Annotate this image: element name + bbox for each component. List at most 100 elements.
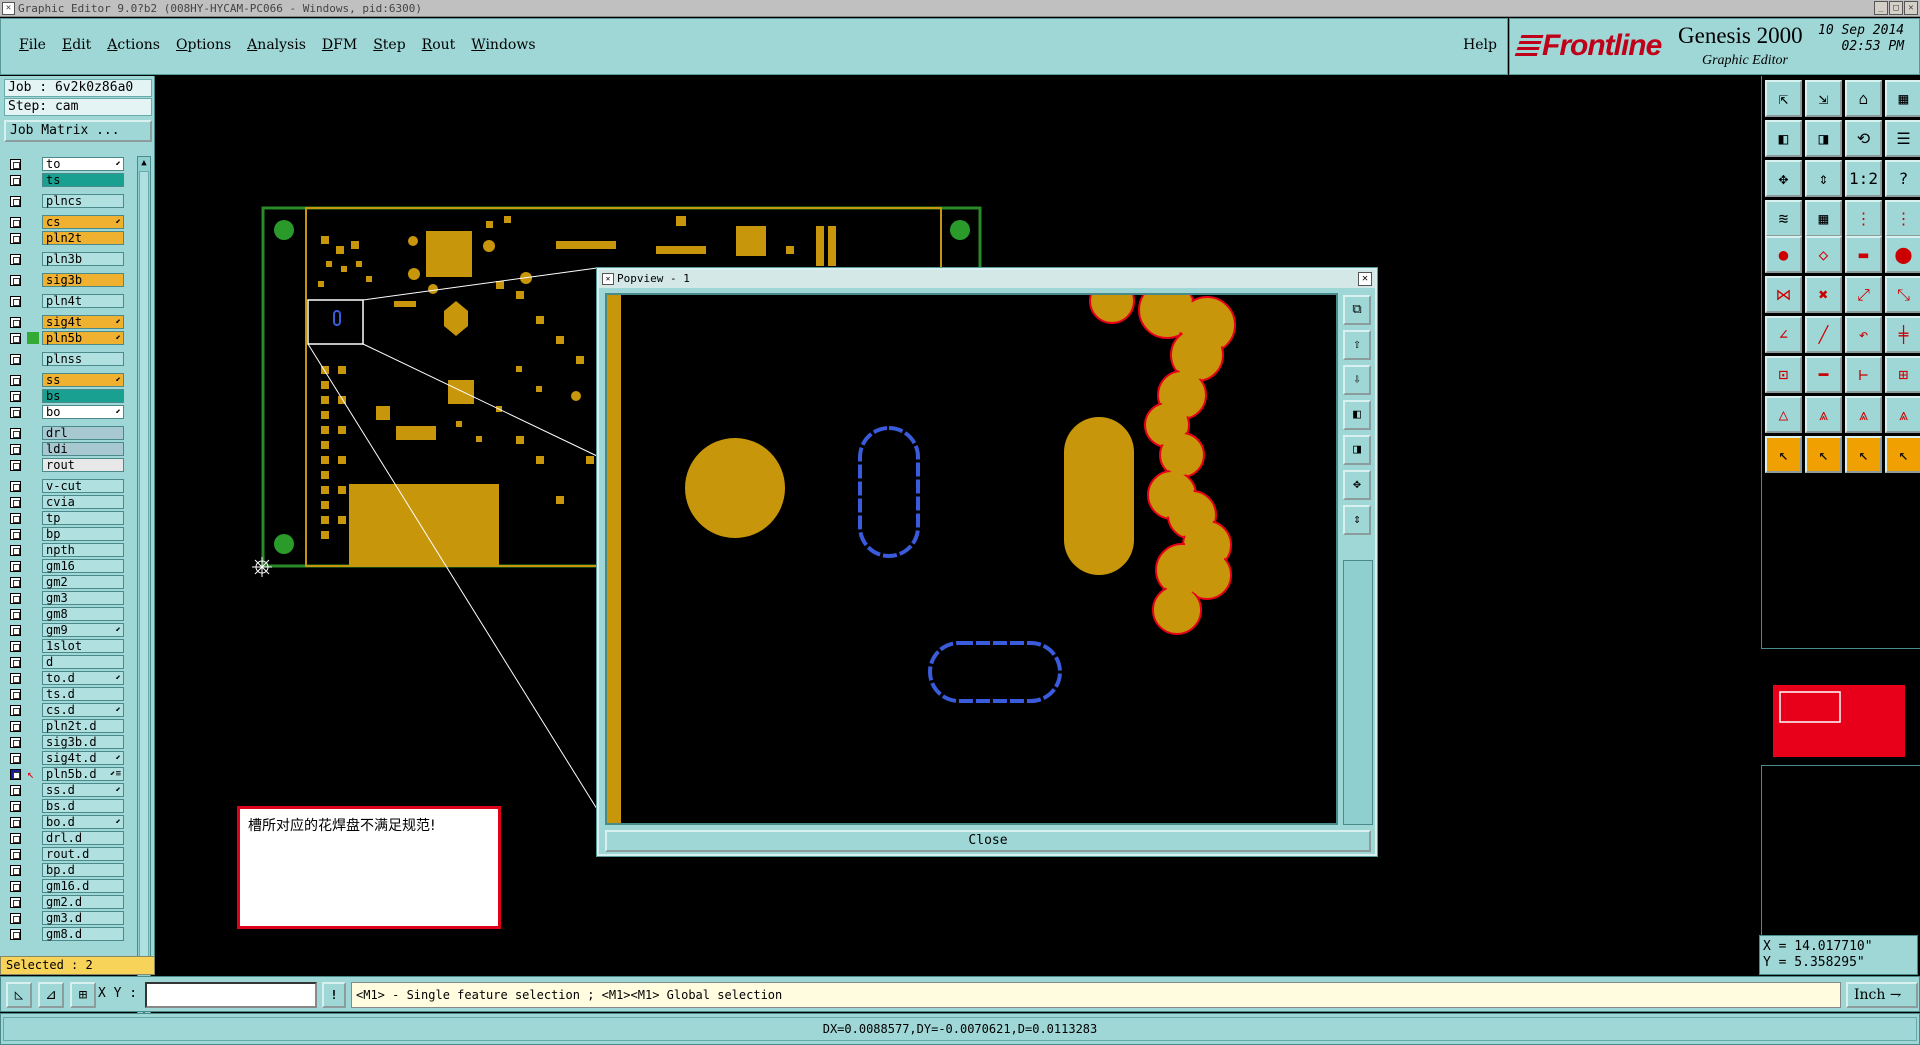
layer-checkbox[interactable] [10, 274, 21, 286]
layer-name[interactable]: pln5b ⬋ [42, 331, 124, 345]
layer-checkbox[interactable] [10, 195, 21, 207]
layer-checkbox[interactable] [10, 295, 21, 307]
tool-button-9-3[interactable]: ↖ [1885, 436, 1920, 473]
layer-name[interactable]: bo ⬋ [42, 405, 124, 419]
layer-name[interactable]: gm8.d [42, 927, 124, 941]
layer-name[interactable]: gm8 [42, 607, 124, 621]
layer-checkbox[interactable] [10, 784, 21, 796]
layer-checkbox[interactable] [10, 216, 21, 228]
layer-row[interactable]: bp [4, 526, 135, 542]
tool-button-8-2[interactable]: ⩓ [1845, 396, 1882, 433]
layer-swatch[interactable] [27, 512, 39, 524]
layer-swatch[interactable] [27, 406, 39, 418]
layer-checkbox[interactable] [10, 232, 21, 244]
xy-input[interactable] [145, 982, 317, 1008]
tool-button-6-2[interactable]: ↶ [1845, 316, 1882, 353]
tool-button-1-1[interactable]: ◨ [1805, 120, 1842, 157]
layer-checkbox[interactable] [10, 443, 21, 455]
tool-button-2-2[interactable]: 1:2 [1845, 160, 1882, 197]
maximize-icon[interactable]: □ [1889, 1, 1903, 15]
layer-name[interactable]: rout [42, 458, 124, 472]
layer-swatch[interactable] [27, 496, 39, 508]
close-icon[interactable]: ✕ [1904, 1, 1918, 15]
layer-swatch[interactable] [27, 704, 39, 716]
layer-row[interactable]: v-cut [4, 478, 135, 494]
layer-row[interactable]: bp.d [4, 862, 135, 878]
layer-name[interactable]: bo.d ⬋ [42, 815, 124, 829]
tool-button-7-1[interactable]: ━ [1805, 356, 1842, 393]
layer-checkbox[interactable] [10, 896, 21, 908]
tool-button-7-3[interactable]: ⊞ [1885, 356, 1920, 393]
layer-row[interactable]: gm8 [4, 606, 135, 622]
layer-row[interactable]: ↖ pln5b.d ⬋≡ [4, 766, 135, 782]
layer-checkbox[interactable] [10, 928, 21, 940]
tool-button-3-2[interactable]: ⋮ [1845, 200, 1882, 237]
layer-swatch[interactable] [27, 459, 39, 471]
popview-tool-4[interactable]: ◨ [1343, 435, 1371, 465]
popview-tool-5[interactable]: ✥ [1343, 470, 1371, 500]
tool-button-1-2[interactable]: ⟲ [1845, 120, 1882, 157]
app-icon[interactable]: ✕ [2, 2, 15, 15]
layer-row[interactable]: gm16 [4, 558, 135, 574]
layer-checkbox[interactable] [10, 624, 21, 636]
layer-name[interactable]: ldi [42, 442, 124, 456]
layer-row[interactable]: bs.d [4, 798, 135, 814]
layer-checkbox[interactable] [10, 704, 21, 716]
layer-checkbox[interactable] [10, 459, 21, 471]
layer-swatch[interactable] [27, 216, 39, 228]
tool-button-2-1[interactable]: ⇕ [1805, 160, 1842, 197]
layer-name[interactable]: gm3 [42, 591, 124, 605]
layer-checkbox[interactable] [10, 880, 21, 892]
layer-row[interactable]: d [4, 654, 135, 670]
minimap-drawing[interactable] [1761, 649, 1920, 767]
layer-swatch[interactable] [27, 295, 39, 307]
layer-swatch[interactable] [27, 640, 39, 652]
layer-name[interactable]: plnss [42, 352, 124, 366]
job-matrix-button[interactable]: Job Matrix ... [4, 120, 152, 142]
popview-drawing[interactable] [607, 278, 1336, 823]
layer-swatch[interactable] [27, 688, 39, 700]
layer-checkbox[interactable] [10, 656, 21, 668]
tool-button-6-0[interactable]: ∠ [1765, 316, 1802, 353]
layer-row[interactable]: ss ⬋ [4, 372, 135, 388]
layer-row[interactable]: to ⬋ [4, 156, 135, 172]
layer-swatch[interactable] [27, 656, 39, 668]
layer-checkbox[interactable] [10, 528, 21, 540]
layer-checkbox[interactable] [10, 608, 21, 620]
layer-swatch[interactable] [27, 576, 39, 588]
layer-swatch[interactable] [27, 800, 39, 812]
layer-row[interactable]: gm16.d [4, 878, 135, 894]
popview-window[interactable]: ✕ Popview - 1 ✕ ⧉ ⇧ ⇩ ◧ ◨ ✥ ⇕ Close [596, 267, 1378, 857]
tool-button-1-0[interactable]: ◧ [1765, 120, 1802, 157]
layer-checkbox[interactable] [10, 640, 21, 652]
layer-swatch[interactable] [27, 274, 39, 286]
layer-checkbox[interactable] [10, 353, 21, 365]
layer-name[interactable]: to ⬋ [42, 157, 124, 171]
layer-name[interactable]: d [42, 655, 124, 669]
layer-row[interactable]: ts [4, 172, 135, 188]
menu-dfm[interactable]: DFM [314, 37, 365, 53]
popview-tool-6[interactable]: ⇕ [1343, 505, 1371, 535]
popview-icon[interactable]: ✕ [602, 273, 614, 285]
scroll-thumb[interactable] [139, 171, 149, 971]
layer-name[interactable]: ss ⬋ [42, 373, 124, 387]
layer-row[interactable]: npth [4, 542, 135, 558]
layer-row[interactable]: rout.d [4, 846, 135, 862]
tool-button-0-1[interactable]: ⇲ [1805, 80, 1842, 117]
scroll-up-icon[interactable]: ▲ [138, 157, 150, 169]
layer-row[interactable]: gm2.d [4, 894, 135, 910]
layer-name[interactable]: bp [42, 527, 124, 541]
execute-button[interactable]: ! [322, 982, 346, 1008]
layer-swatch[interactable] [27, 253, 39, 265]
layer-name[interactable]: cs ⬋ [42, 215, 124, 229]
layer-checkbox[interactable] [10, 390, 21, 402]
layer-name[interactable]: sig4t ⬋ [42, 315, 124, 329]
layer-row[interactable]: pln5b ⬋ [4, 330, 135, 346]
layer-swatch[interactable] [27, 928, 39, 940]
layer-row[interactable]: plnss [4, 351, 135, 367]
layer-checkbox[interactable] [10, 174, 21, 186]
layer-swatch[interactable] [27, 736, 39, 748]
tool-button-6-3[interactable]: ╪ [1885, 316, 1920, 353]
layer-checkbox[interactable] [10, 576, 21, 588]
minimize-icon[interactable]: _ [1874, 1, 1888, 15]
